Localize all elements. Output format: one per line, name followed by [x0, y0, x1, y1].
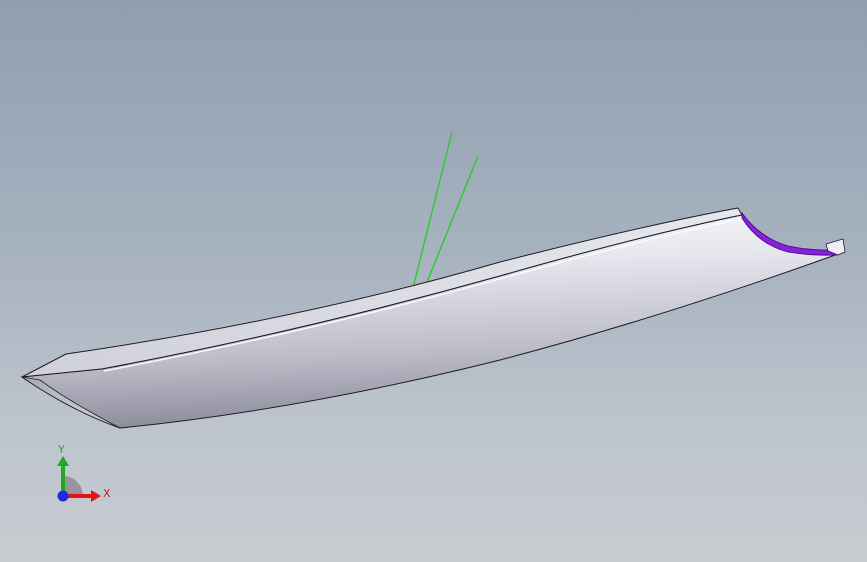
graphics-viewport[interactable]: Y X	[0, 0, 867, 562]
z-axis-dot	[57, 490, 69, 502]
model-scene[interactable]	[0, 0, 867, 562]
y-axis-label: Y	[57, 443, 65, 456]
part-body[interactable]	[20, 207, 846, 429]
outer-surface[interactable]	[20, 214, 839, 429]
x-axis-arrow	[91, 490, 101, 502]
reference-triad[interactable]: Y X	[45, 440, 115, 510]
x-axis-label: X	[103, 487, 111, 500]
y-axis-arrow	[57, 456, 69, 466]
